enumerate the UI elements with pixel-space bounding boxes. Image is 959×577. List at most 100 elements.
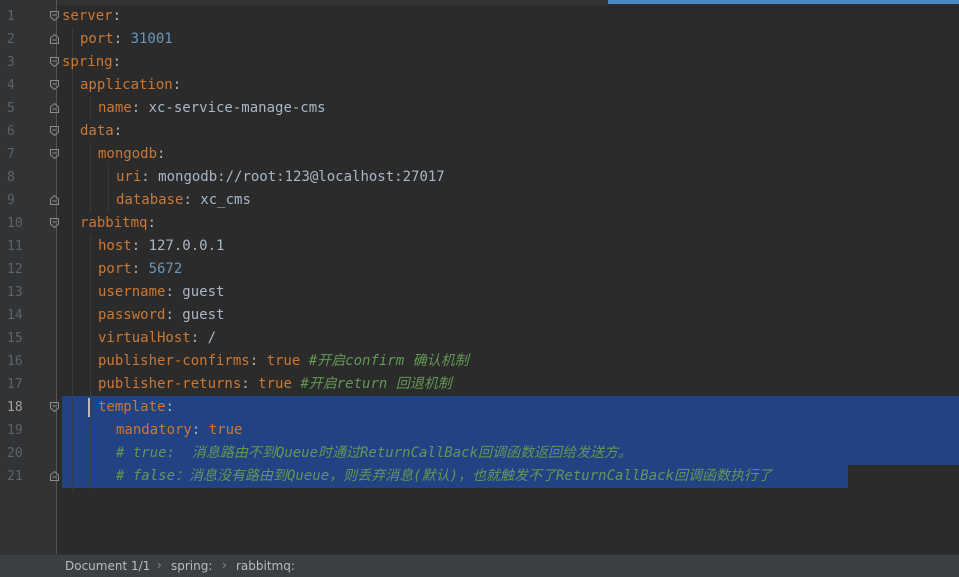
code-text[interactable]: publisher-confirms: true #开启confirm 确认机制 (62, 350, 469, 373)
token-str: guest (182, 284, 225, 300)
code-text[interactable]: publisher-returns: true #开启return 回退机制 (62, 373, 452, 396)
code-text[interactable]: server: (62, 5, 121, 28)
code-text[interactable]: virtualHost: / (62, 327, 216, 350)
code-line[interactable]: 17 publisher-returns: true #开启return 回退机制 (0, 373, 959, 396)
code-line[interactable]: 6 data: (0, 120, 959, 143)
text-caret (88, 398, 90, 417)
fold-end-icon[interactable] (50, 471, 59, 481)
token-punc: : (131, 261, 149, 277)
line-number: 15 (7, 331, 23, 346)
token-str: / (207, 330, 217, 346)
fold-open-icon[interactable] (50, 402, 59, 412)
line-number: 17 (7, 377, 23, 392)
breadcrumb: Document 1/1 › spring: › rabbitmq: (0, 554, 959, 577)
code-text[interactable]: # false：消息没有路由到Queue，则丢弃消息(默认)，也就触发不了Ret… (62, 465, 772, 488)
token-punc: : (190, 330, 208, 346)
code-line[interactable]: 10 rabbitmq: (0, 212, 959, 235)
code-text[interactable]: database: xc_cms (62, 189, 251, 212)
code-line[interactable]: 4 application: (0, 74, 959, 97)
token-punc: : (172, 77, 182, 93)
line-number: 3 (7, 55, 15, 70)
code-text[interactable]: mongodb: (62, 143, 165, 166)
code-line[interactable]: 2 port: 31001 (0, 28, 959, 51)
breadcrumb-spring[interactable]: spring: (171, 559, 212, 573)
code-text[interactable]: name: xc-service-manage-cms (62, 97, 326, 120)
line-number: 16 (7, 354, 23, 369)
code-editor[interactable]: 1 server: 2 port: 31001 3 spring: 4 application… (0, 0, 959, 554)
code-text[interactable]: rabbitmq: (62, 212, 156, 235)
code-line[interactable]: 7 mongodb: (0, 143, 959, 166)
code-line[interactable]: 21 # false：消息没有路由到Queue，则丢弃消息(默认)，也就触发不了R… (0, 465, 959, 488)
fold-open-icon[interactable] (50, 80, 59, 90)
code-line[interactable]: 11 host: 127.0.0.1 (0, 235, 959, 258)
code-line[interactable]: 18 template: (0, 396, 959, 419)
token-key: database (116, 192, 184, 208)
code-line[interactable]: 13 username: guest (0, 281, 959, 304)
line-number: 14 (7, 308, 23, 323)
token-punc: : (183, 192, 201, 208)
line-number: 8 (7, 170, 15, 185)
code-line[interactable]: 1 server: (0, 5, 959, 28)
code-line[interactable]: 3 spring: (0, 51, 959, 74)
token-key: mongodb (98, 146, 158, 162)
code-line[interactable]: 5 name: xc-service-manage-cms (0, 97, 959, 120)
code-line[interactable]: 14 password: guest (0, 304, 959, 327)
code-text[interactable]: uri: mongodb://root:123@localhost:27017 (62, 166, 445, 189)
code-text[interactable]: host: 127.0.0.1 (62, 235, 224, 258)
token-str: xc_cms (200, 192, 251, 208)
token-punc: : (191, 422, 209, 438)
line-number: 4 (7, 78, 15, 93)
line-number: 9 (7, 193, 15, 208)
token-str: xc-service-manage-cms (148, 100, 326, 116)
code-line[interactable]: 15 virtualHost: / (0, 327, 959, 350)
token-punc: : (131, 100, 149, 116)
token-key: host (98, 238, 132, 254)
line-number: 21 (7, 469, 23, 484)
code-line[interactable]: 16 publisher-confirms: true #开启confirm 确认… (0, 350, 959, 373)
code-text[interactable]: username: guest (62, 281, 224, 304)
code-text[interactable]: template: (62, 396, 174, 419)
token-punc: : (249, 353, 267, 369)
token-comment: #开启confirm 确认机制 (308, 353, 469, 369)
fold-open-icon[interactable] (50, 218, 59, 228)
code-line[interactable]: 12 port: 5672 (0, 258, 959, 281)
fold-end-icon[interactable] (50, 103, 59, 113)
fold-open-icon[interactable] (50, 11, 59, 21)
line-number: 7 (7, 147, 15, 162)
fold-open-icon[interactable] (50, 126, 59, 136)
token-comment: #开启return 回退机制 (300, 376, 452, 392)
code-text[interactable]: port: 31001 (62, 28, 173, 51)
line-number: 1 (7, 9, 15, 24)
token-key: spring (62, 54, 113, 70)
breadcrumb-document[interactable]: Document 1/1 (65, 559, 150, 573)
line-number: 18 (7, 400, 23, 415)
token-key: server (62, 8, 113, 24)
token-key: virtualHost (98, 330, 191, 346)
code-text[interactable]: password: guest (62, 304, 224, 327)
token-punc: : (113, 123, 123, 139)
token-punc: : (165, 284, 183, 300)
code-line[interactable]: 20 # true: 消息路由不到Queue时通过ReturnCallBack回调… (0, 442, 959, 465)
line-number: 13 (7, 285, 23, 300)
token-key: username (98, 284, 166, 300)
token-bool: true (208, 422, 243, 438)
fold-open-icon[interactable] (50, 149, 59, 159)
fold-end-icon[interactable] (50, 34, 59, 44)
code-line[interactable]: 9 database: xc_cms (0, 189, 959, 212)
token-key: rabbitmq (80, 215, 148, 231)
code-text[interactable]: application: (62, 74, 181, 97)
token-punc (300, 353, 308, 369)
fold-end-icon[interactable] (50, 195, 59, 205)
fold-open-icon[interactable] (50, 57, 59, 67)
breadcrumb-rabbitmq[interactable]: rabbitmq: (236, 559, 295, 573)
token-str: 127.0.0.1 (148, 238, 225, 254)
token-key: port (80, 31, 114, 47)
code-text[interactable]: mandatory: true (62, 419, 242, 442)
token-key: mandatory (116, 422, 192, 438)
code-text[interactable]: port: 5672 (62, 258, 182, 281)
code-text[interactable]: spring: (62, 51, 121, 74)
code-text[interactable]: data: (62, 120, 122, 143)
code-line[interactable]: 8 uri: mongodb://root:123@localhost:27017 (0, 166, 959, 189)
code-line[interactable]: 19 mandatory: true (0, 419, 959, 442)
code-text[interactable]: # true: 消息路由不到Queue时通过ReturnCallBack回调函数… (62, 442, 632, 465)
